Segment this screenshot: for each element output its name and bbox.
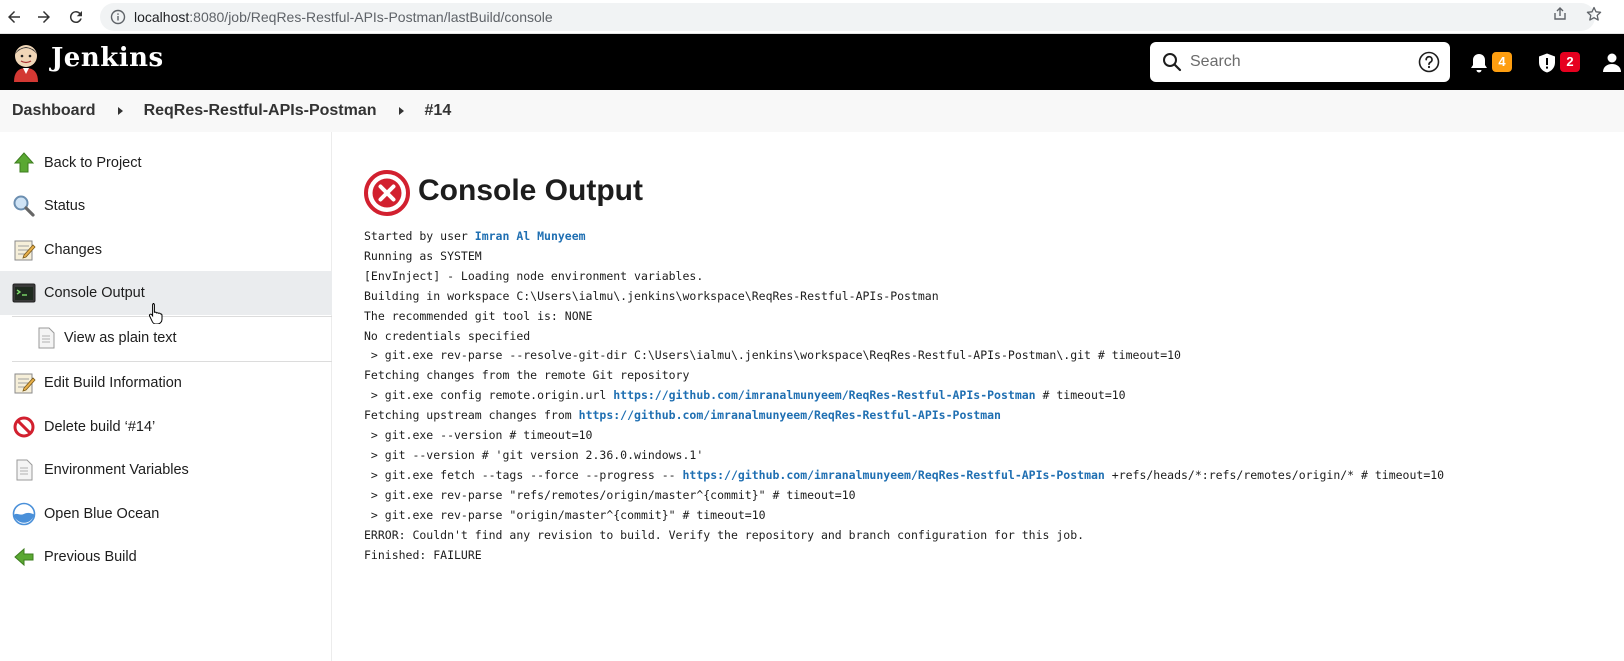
breadcrumb-project[interactable]: ReqRes-Restful-APIs-Postman <box>144 102 377 120</box>
browser-toolbar: localhost:8080/job/ReqRes-Restful-APIs-P… <box>0 0 1624 34</box>
no-entry-icon <box>13 416 35 438</box>
url-text[interactable]: localhost:8080/job/ReqRes-Restful-APIs-P… <box>134 9 553 25</box>
jenkins-header: Jenkins 4 2 <box>0 34 1624 90</box>
sidebar-item-previous-build[interactable]: Previous Build <box>0 535 332 579</box>
console-line: Fetching upstream changes from https://g… <box>364 408 1001 423</box>
repo-link[interactable]: https://github.com/imranalmunyeem/ReqRes… <box>683 468 1105 482</box>
jenkins-logo-icon[interactable] <box>10 42 42 82</box>
magnifier-icon <box>13 195 35 217</box>
console-line: Building in workspace C:\Users\ialmu\.je… <box>364 288 939 303</box>
help-icon[interactable] <box>1418 51 1440 73</box>
sidebar-item-label: Delete build ‘#14’ <box>44 419 156 435</box>
user-icon[interactable] <box>1600 50 1624 74</box>
console-line: > git.exe config remote.origin.url https… <box>364 388 1126 403</box>
console-line: Running as SYSTEM <box>364 248 482 263</box>
console-line: The recommended git tool is: NONE <box>364 308 593 323</box>
console-line: > git.exe rev-parse "origin/master^{comm… <box>364 507 766 522</box>
sidebar-item-label: View as plain text <box>64 330 177 346</box>
search-box[interactable] <box>1150 42 1450 82</box>
sidebar-item-label: Changes <box>44 242 103 258</box>
sidebar-item-label: Edit Build Information <box>44 375 182 391</box>
up-arrow-icon <box>13 152 35 173</box>
notepad-icon <box>14 373 36 394</box>
breadcrumb: Dashboard ReqRes-Restful-APIs-Postman #1… <box>0 90 1624 132</box>
back-arrow-icon[interactable] <box>2 5 26 29</box>
console-line: > git --version # 'git version 2.36.0.wi… <box>364 447 704 462</box>
sidebar-item-view-as-plain-text[interactable]: View as plain text <box>0 316 332 360</box>
sidebar-item-status[interactable]: Status <box>0 184 332 228</box>
forward-arrow-icon[interactable] <box>32 5 56 29</box>
console-line: Finished: FAILURE <box>364 547 482 562</box>
console-line: No credentials specified <box>364 328 531 343</box>
sidebar-item-label: Back to Project <box>44 155 142 171</box>
console-line: > git.exe --version # timeout=10 <box>364 428 593 443</box>
sidebar-item-label: Previous Build <box>44 549 137 565</box>
jenkins-brand[interactable]: Jenkins <box>51 43 164 73</box>
sidebar-item-console-output[interactable]: Console Output <box>0 271 332 315</box>
chevron-right-icon[interactable] <box>115 106 125 116</box>
sidebar-item-open-blue-ocean[interactable]: Open Blue Ocean <box>0 492 332 536</box>
search-icon <box>1163 53 1182 72</box>
blue-ocean-icon <box>12 502 36 526</box>
console-line: ERROR: Couldn't find any revision to bui… <box>364 527 1085 542</box>
left-arrow-icon <box>14 547 34 567</box>
document-icon <box>38 327 55 349</box>
failure-icon <box>364 170 410 216</box>
bell-icon[interactable] <box>1468 52 1490 74</box>
sidebar-item-label: Open Blue Ocean <box>44 506 160 522</box>
shield-icon[interactable] <box>1536 52 1558 74</box>
sidebar-item-changes[interactable]: Changes <box>0 228 332 272</box>
sidebar-item-environment-variables[interactable]: Environment Variables <box>0 448 332 492</box>
hand-cursor-icon <box>148 303 163 324</box>
repo-link[interactable]: https://github.com/imranalmunyeem/ReqRes… <box>579 408 1001 422</box>
address-bar[interactable]: localhost:8080/job/ReqRes-Restful-APIs-P… <box>100 3 1595 31</box>
bookmark-star-icon[interactable] <box>1586 6 1602 22</box>
security-badge[interactable]: 2 <box>1560 52 1580 72</box>
sidebar-item-label: Console Output <box>44 285 145 301</box>
notifications-badge[interactable]: 4 <box>1492 52 1512 72</box>
info-icon[interactable] <box>110 9 126 25</box>
console-line: > git.exe rev-parse "refs/remotes/origin… <box>364 487 856 502</box>
console-line: > git.exe fetch --tags --force --progres… <box>364 467 1445 482</box>
sidebar-item-back-to-project[interactable]: Back to Project <box>0 141 332 185</box>
main-content: Console Output Started by user Imran Al … <box>364 132 1624 661</box>
share-icon[interactable] <box>1552 6 1568 22</box>
console-line: > git.exe rev-parse --resolve-git-dir C:… <box>364 348 1181 363</box>
notepad-icon <box>14 240 36 261</box>
user-link[interactable]: Imran Al Munyeem <box>475 229 586 243</box>
sidebar-item-delete-build[interactable]: Delete build ‘#14’ <box>0 405 332 449</box>
terminal-icon <box>12 283 36 303</box>
sidebar: Back to Project Status Changes Console O… <box>0 132 332 661</box>
document-icon <box>16 459 33 481</box>
sidebar-item-label: Status <box>44 198 86 214</box>
breadcrumb-dashboard[interactable]: Dashboard <box>12 102 96 120</box>
url-host: localhost <box>134 9 190 25</box>
breadcrumb-build[interactable]: #14 <box>425 102 452 120</box>
repo-link[interactable]: https://github.com/imranalmunyeem/ReqRes… <box>613 388 1035 402</box>
sidebar-item-label: Environment Variables <box>44 462 189 478</box>
url-path: :8080/job/ReqRes-Restful-APIs-Postman/la… <box>189 9 553 25</box>
console-output: Started by user Imran Al Munyeem Running… <box>364 227 1444 565</box>
page-title: Console Output <box>418 174 643 207</box>
search-input[interactable] <box>1190 49 1410 75</box>
chevron-right-icon[interactable] <box>396 106 406 116</box>
reload-icon[interactable] <box>64 5 88 29</box>
console-line: Started by user Imran Al Munyeem <box>364 229 586 243</box>
sidebar-item-edit-build-information[interactable]: Edit Build Information <box>0 361 332 405</box>
console-line: [EnvInject] - Loading node environment v… <box>364 268 704 283</box>
console-line: Fetching changes from the remote Git rep… <box>364 368 690 383</box>
